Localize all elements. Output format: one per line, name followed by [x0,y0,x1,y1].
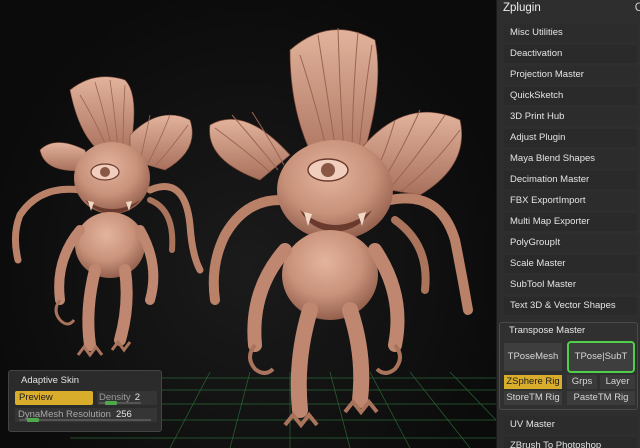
palette-corner-label[interactable]: C [635,2,640,14]
layer-toggle[interactable]: Layer [600,375,635,389]
menu-item-fbx-exportimport[interactable]: FBX ExportImport [504,192,637,210]
adaptive-skin-title[interactable]: Adaptive Skin [21,375,79,386]
menu-item-multi-map-exporter[interactable]: Multi Map Exporter [504,213,637,231]
grps-toggle[interactable]: Grps [567,375,597,389]
menu-item-maya-blend-shapes[interactable]: Maya Blend Shapes [504,150,637,168]
density-slider[interactable]: Density 2 [97,391,157,405]
dynamesh-slider-knob[interactable] [27,418,39,422]
menu-item-deactivation[interactable]: Deactivation [504,45,637,63]
menu-item-adjust-plugin[interactable]: Adjust Plugin [504,129,637,147]
menu-item-3d-print-hub[interactable]: 3D Print Hub [504,108,637,126]
menu-item-scale-master[interactable]: Scale Master [504,255,637,273]
menu-item-misc-utilities[interactable]: Misc Utilities [504,24,637,42]
store-tm-rig-button[interactable]: StoreTM Rig [504,391,562,405]
viewport-3d-canvas[interactable]: Adaptive Skin Preview Density 2 DynaMesh … [0,0,496,448]
transpose-master-title[interactable]: Transpose Master [509,325,585,336]
dynamesh-resolution-slider[interactable]: DynaMesh Resolution 256 [15,408,157,422]
tpose-subt-button[interactable]: TPose|SubT [567,341,635,373]
adaptive-skin-panel: Adaptive Skin Preview Density 2 DynaMesh … [8,370,162,432]
menu-item-uv-master[interactable]: UV Master [504,416,637,434]
transpose-master-panel: Transpose Master TPoseMesh TPose|SubT ZS… [499,322,638,410]
zsphere-rig-toggle[interactable]: ZSphere Rig [504,375,562,389]
density-slider-knob[interactable] [105,401,117,405]
menu-item-text-3d-vector-shapes[interactable]: Text 3D & Vector Shapes [504,297,637,315]
menu-item-subtool-master[interactable]: SubTool Master [504,276,637,294]
menu-item-projection-master[interactable]: Projection Master [504,66,637,84]
tposemesh-button[interactable]: TPoseMesh [504,343,562,371]
preview-button[interactable]: Preview [15,391,93,405]
menu-item-quicksketch[interactable]: QuickSketch [504,87,637,105]
menu-item-polygroupit[interactable]: PolyGroupIt [504,234,637,252]
menu-item-zbrush-to-photoshop[interactable]: ZBrush To Photoshop [504,437,637,448]
menu-item-decimation-master[interactable]: Decimation Master [504,171,637,189]
creature-model-right [208,27,473,429]
zplugin-title[interactable]: Zplugin [503,2,541,14]
creature-model-left [11,76,204,358]
zplugin-header[interactable]: Zplugin C [497,0,640,18]
paste-tm-rig-button[interactable]: PasteTM Rig [567,391,635,405]
